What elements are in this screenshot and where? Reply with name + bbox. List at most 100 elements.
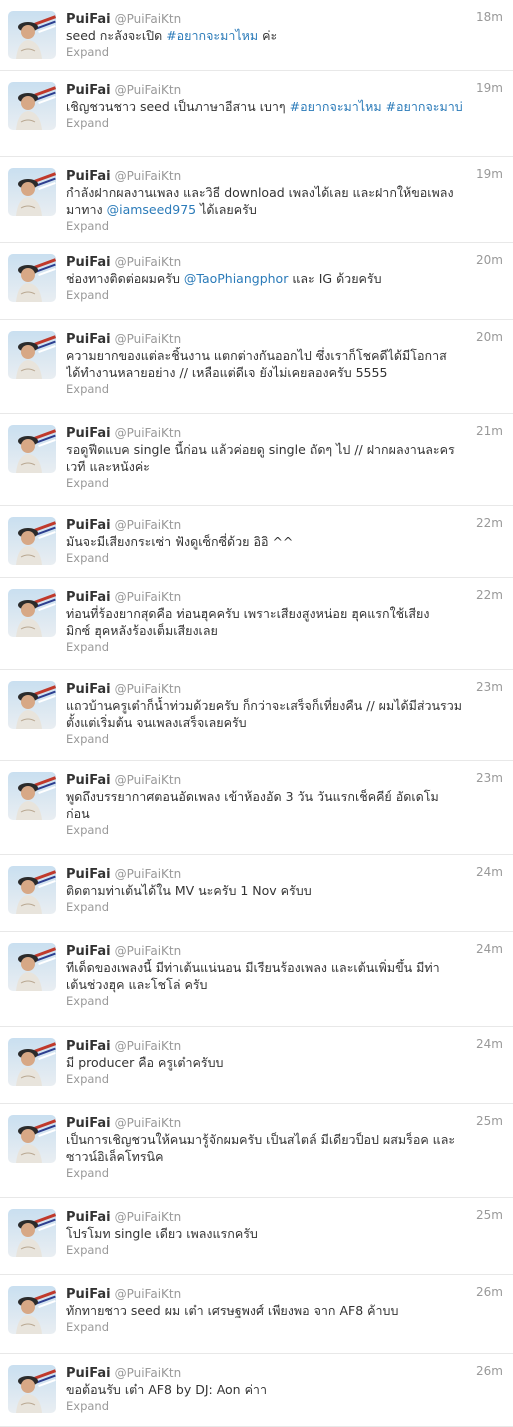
tweet-item[interactable]: PuiFai @PuiFaiKtn 25m โปรโมท single เดียว เ… xyxy=(0,1198,513,1275)
user-name[interactable]: PuiFai xyxy=(66,1039,111,1054)
avatar[interactable] xyxy=(8,1365,56,1413)
mention-link[interactable]: @iamseed975 xyxy=(107,202,197,217)
timestamp[interactable]: 26m xyxy=(476,1284,503,1301)
expand-link[interactable]: Expand xyxy=(66,994,505,1009)
expand-link[interactable]: Expand xyxy=(66,116,505,131)
user-name[interactable]: PuiFai xyxy=(66,1210,111,1225)
tweet-item[interactable]: PuiFai @PuiFaiKtn 22m ท่อนที่ร้องยากสุดคือ … xyxy=(0,578,513,670)
avatar[interactable] xyxy=(8,1115,56,1163)
expand-link[interactable]: Expand xyxy=(66,382,505,397)
timestamp[interactable]: 21m xyxy=(476,423,503,440)
avatar[interactable] xyxy=(8,517,56,565)
user-handle[interactable]: @PuiFaiKtn xyxy=(115,590,182,604)
timestamp[interactable]: 24m xyxy=(476,864,503,881)
expand-link[interactable]: Expand xyxy=(66,476,505,491)
expand-link[interactable]: Expand xyxy=(66,45,505,60)
user-handle[interactable]: @PuiFaiKtn xyxy=(115,332,182,346)
avatar[interactable] xyxy=(8,866,56,914)
expand-link[interactable]: Expand xyxy=(66,219,505,234)
avatar[interactable] xyxy=(8,11,56,59)
tweet-item[interactable]: PuiFai @PuiFaiKtn 19m เชิญชวนชาว seed เป็นภ… xyxy=(0,71,513,157)
user-name[interactable]: PuiFai xyxy=(66,255,111,270)
tweet-item[interactable]: PuiFai @PuiFaiKtn 20m ช่องทางติดต่อผมครับ @… xyxy=(0,243,513,320)
user-name[interactable]: PuiFai xyxy=(66,1287,111,1302)
user-handle[interactable]: @PuiFaiKtn xyxy=(115,12,182,26)
expand-link[interactable]: Expand xyxy=(66,900,505,915)
user-name[interactable]: PuiFai xyxy=(66,944,111,959)
avatar[interactable] xyxy=(8,331,56,379)
user-name[interactable]: PuiFai xyxy=(66,83,111,98)
user-handle[interactable]: @PuiFaiKtn xyxy=(115,944,182,958)
avatar[interactable] xyxy=(8,943,56,991)
user-handle[interactable]: @PuiFaiKtn xyxy=(115,1116,182,1130)
user-name[interactable]: PuiFai xyxy=(66,867,111,882)
avatar[interactable] xyxy=(8,589,56,637)
tweet-item[interactable]: PuiFai @PuiFaiKtn 24m ทีเด็ดของเพลงนี้ มีท่… xyxy=(0,932,513,1027)
timestamp[interactable]: 19m xyxy=(476,80,503,97)
expand-link[interactable]: Expand xyxy=(66,288,505,303)
expand-link[interactable]: Expand xyxy=(66,640,505,655)
timestamp[interactable]: 23m xyxy=(476,679,503,696)
user-name[interactable]: PuiFai xyxy=(66,1116,111,1131)
user-handle[interactable]: @PuiFaiKtn xyxy=(115,1366,182,1380)
tweet-item[interactable]: PuiFai @PuiFaiKtn 21m รอดูฟีดแบค single นี้… xyxy=(0,414,513,506)
expand-link[interactable]: Expand xyxy=(66,823,505,838)
avatar[interactable] xyxy=(8,254,56,302)
tweet-item[interactable]: PuiFai @PuiFaiKtn 26m ทักทายชาว seed ผม เต๋… xyxy=(0,1275,513,1354)
user-handle[interactable]: @PuiFaiKtn xyxy=(115,426,182,440)
timestamp[interactable]: 25m xyxy=(476,1113,503,1130)
timestamp[interactable]: 19m xyxy=(476,166,503,183)
avatar[interactable] xyxy=(8,168,56,216)
timestamp[interactable]: 24m xyxy=(476,1036,503,1053)
user-handle[interactable]: @PuiFaiKtn xyxy=(115,682,182,696)
user-name[interactable]: PuiFai xyxy=(66,426,111,441)
expand-link[interactable]: Expand xyxy=(66,1166,505,1181)
user-name[interactable]: PuiFai xyxy=(66,518,111,533)
timestamp[interactable]: 22m xyxy=(476,515,503,532)
hashtag-link[interactable]: #อยากจะมาไหม xyxy=(166,28,258,43)
user-handle[interactable]: @PuiFaiKtn xyxy=(115,518,182,532)
tweet-item[interactable]: PuiFai @PuiFaiKtn 19m กำลังฝากผลงานเพลง และ… xyxy=(0,157,513,243)
user-name[interactable]: PuiFai xyxy=(66,169,111,184)
user-handle[interactable]: @PuiFaiKtn xyxy=(115,255,182,269)
expand-link[interactable]: Expand xyxy=(66,1243,505,1258)
tweet-item[interactable]: PuiFai @PuiFaiKtn 26m ขอต้อนรับ เต๋า AF8 by… xyxy=(0,1354,513,1427)
expand-link[interactable]: Expand xyxy=(66,551,505,566)
timestamp[interactable]: 20m xyxy=(476,252,503,269)
timestamp[interactable]: 20m xyxy=(476,329,503,346)
hashtag-link[interactable]: #อยากจะมาบ่ xyxy=(386,99,463,114)
user-name[interactable]: PuiFai xyxy=(66,12,111,27)
avatar[interactable] xyxy=(8,772,56,820)
tweet-item[interactable]: PuiFai @PuiFaiKtn 23m แถวบ้านครูเต๋าก็น้ำท่… xyxy=(0,670,513,761)
hashtag-link[interactable]: #อยากจะมาไหม xyxy=(290,99,382,114)
user-handle[interactable]: @PuiFaiKtn xyxy=(115,1210,182,1224)
avatar[interactable] xyxy=(8,1286,56,1334)
user-handle[interactable]: @PuiFaiKtn xyxy=(115,773,182,787)
mention-link[interactable]: @TaoPhiangphor xyxy=(184,271,288,286)
tweet-item[interactable]: PuiFai @PuiFaiKtn 22m มันจะมีเสียงกระเซ่า ฟ… xyxy=(0,506,513,578)
user-name[interactable]: PuiFai xyxy=(66,590,111,605)
timestamp[interactable]: 25m xyxy=(476,1207,503,1224)
user-handle[interactable]: @PuiFaiKtn xyxy=(115,83,182,97)
user-name[interactable]: PuiFai xyxy=(66,332,111,347)
timestamp[interactable]: 24m xyxy=(476,941,503,958)
timestamp[interactable]: 22m xyxy=(476,587,503,604)
tweet-item[interactable]: PuiFai @PuiFaiKtn 18m seed กะลังจะเปิด #อยา… xyxy=(0,0,513,71)
user-handle[interactable]: @PuiFaiKtn xyxy=(115,867,182,881)
tweet-item[interactable]: PuiFai @PuiFaiKtn 20m ความยากของแต่ละชิ้นงา… xyxy=(0,320,513,414)
user-handle[interactable]: @PuiFaiKtn xyxy=(115,1287,182,1301)
avatar[interactable] xyxy=(8,1209,56,1257)
tweet-item[interactable]: PuiFai @PuiFaiKtn 25m เป็นการเชิญชวนให้คนมา… xyxy=(0,1104,513,1198)
user-name[interactable]: PuiFai xyxy=(66,1366,111,1381)
user-handle[interactable]: @PuiFaiKtn xyxy=(115,1039,182,1053)
expand-link[interactable]: Expand xyxy=(66,1320,505,1335)
user-handle[interactable]: @PuiFaiKtn xyxy=(115,169,182,183)
tweet-item[interactable]: PuiFai @PuiFaiKtn 24m ติดตามท่าเต้นได้ใน MV… xyxy=(0,855,513,932)
avatar[interactable] xyxy=(8,82,56,130)
timestamp[interactable]: 26m xyxy=(476,1363,503,1380)
tweet-item[interactable]: PuiFai @PuiFaiKtn 24m มี producer คือ ครูเต… xyxy=(0,1027,513,1104)
timestamp[interactable]: 23m xyxy=(476,770,503,787)
user-name[interactable]: PuiFai xyxy=(66,773,111,788)
user-name[interactable]: PuiFai xyxy=(66,682,111,697)
avatar[interactable] xyxy=(8,1038,56,1086)
